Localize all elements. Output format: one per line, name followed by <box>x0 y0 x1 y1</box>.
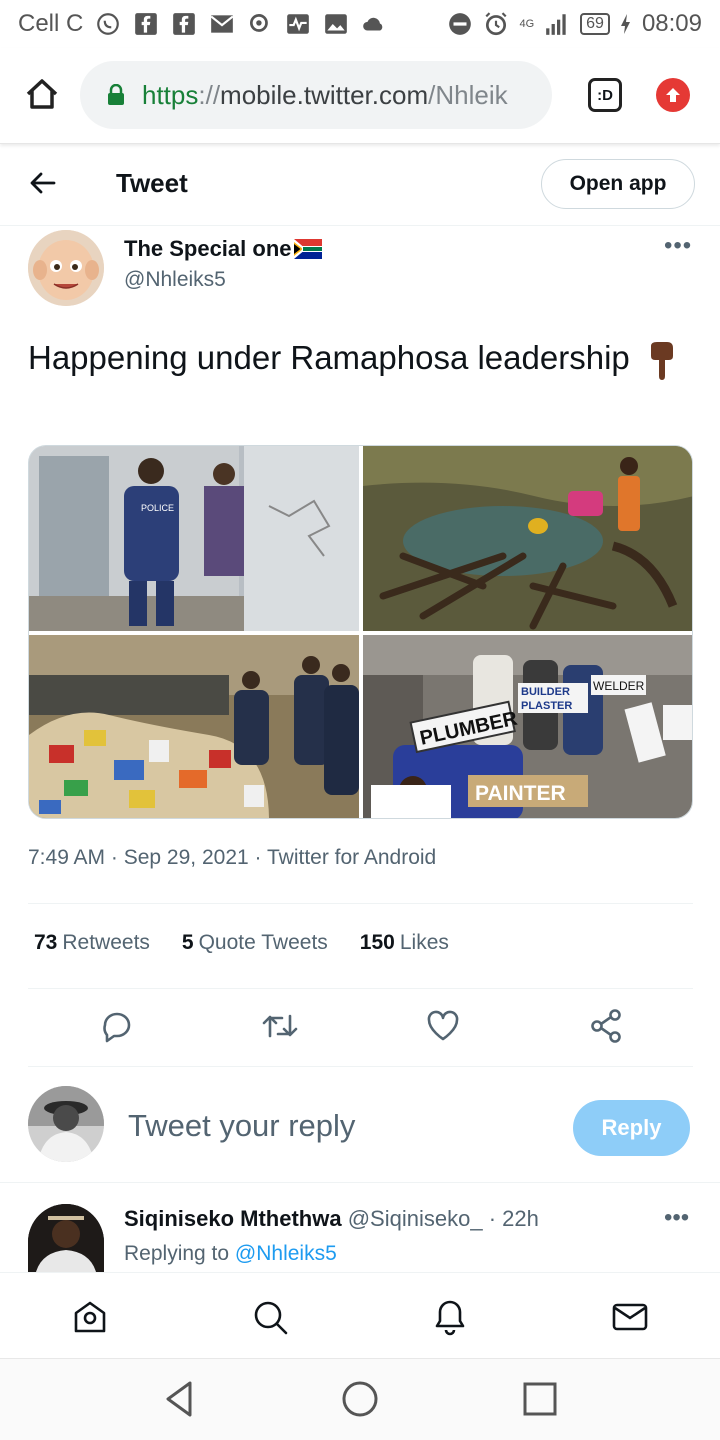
tweet-source[interactable]: Twitter for Android <box>267 846 436 869</box>
pointing-down-emoji-icon <box>650 342 673 381</box>
tweet-header: Tweet Open app <box>0 146 720 226</box>
tweet-timestamp[interactable]: 7:49 AM · Sep 29, 2021 · Twitter for And… <box>28 846 436 870</box>
divider <box>28 988 693 989</box>
divider <box>0 1182 720 1183</box>
media-image-looting-police[interactable]: POLICE <box>29 446 359 631</box>
author-handle[interactable]: @Nhleiks5 <box>124 268 226 292</box>
home-circle-icon[interactable] <box>340 1379 380 1419</box>
address-bar[interactable]: https://mobile.twitter.com/Nhleik <box>80 61 552 129</box>
retweet-icon[interactable] <box>260 1006 300 1046</box>
image-icon <box>325 14 348 34</box>
reply-button[interactable]: Reply <box>573 1100 690 1156</box>
plaster-sign-text: PLASTER <box>521 700 572 712</box>
facebook-icon <box>173 13 196 35</box>
signal-icon <box>546 14 566 35</box>
facebook-icon <box>135 13 158 35</box>
reply-author-avatar[interactable] <box>28 1204 104 1272</box>
tweet-stats: 73 Retweets 5 Quote Tweets 150 Likes <box>34 931 449 955</box>
police-sign-text: POLICE <box>141 503 174 513</box>
charging-icon <box>620 14 630 34</box>
tweet-actions <box>0 1006 720 1048</box>
mail-icon <box>210 15 234 33</box>
builder-sign-text: BUILDER <box>521 686 570 698</box>
likes-stat[interactable]: 150 Likes <box>360 931 449 955</box>
tweet-text: Happening under Ramaphosa leadership <box>28 334 688 382</box>
author-name[interactable]: The Special one <box>124 236 322 262</box>
painter-sign-text: PAINTER <box>475 782 566 805</box>
media-image-dumped-food[interactable] <box>29 635 359 818</box>
update-icon[interactable] <box>656 78 690 112</box>
page-title: Tweet <box>116 168 188 198</box>
url-text: https://mobile.twitter.com/Nhleik <box>142 79 508 110</box>
status-bar: Cell C 4G 69 08:09 <box>0 0 720 48</box>
alarm-icon <box>485 12 507 36</box>
network-type-label: 4G <box>519 17 535 30</box>
replying-to-mention[interactable]: @Nhleiks5 <box>235 1242 337 1265</box>
home-icon[interactable] <box>22 74 62 114</box>
reply-author-line[interactable]: Siqiniseko Mthethwa @Siqiniseko_ · 22h <box>124 1206 539 1232</box>
reply-input[interactable]: Tweet your reply <box>128 1108 355 1144</box>
location-icon <box>250 13 269 32</box>
reply-more-options-icon[interactable]: ••• <box>664 1204 689 1232</box>
reply-icon[interactable] <box>97 1006 137 1046</box>
activity-icon <box>287 14 310 34</box>
messages-envelope-icon[interactable] <box>610 1297 650 1337</box>
lock-icon <box>108 84 124 105</box>
back-triangle-icon[interactable] <box>160 1379 200 1419</box>
media-image-water-collection[interactable] <box>363 446 692 631</box>
bottom-navigation <box>0 1272 720 1358</box>
notifications-bell-icon[interactable] <box>430 1297 470 1337</box>
divider <box>28 1066 693 1067</box>
do-not-disturb-icon <box>449 13 472 35</box>
cloud-icon <box>363 17 383 31</box>
reply-author-handle: @Siqiniseko_ <box>347 1206 483 1231</box>
search-icon[interactable] <box>250 1297 290 1337</box>
tweet-media-grid[interactable]: POLICE PLUMBER PAINTER BUILDER PLASTER W… <box>28 445 693 819</box>
battery-level: 69 <box>580 13 610 35</box>
whatsapp-icon <box>97 13 120 35</box>
open-app-button[interactable]: Open app <box>541 159 695 209</box>
carrier-label: Cell C <box>18 10 84 37</box>
media-image-jobseekers[interactable]: PLUMBER PAINTER BUILDER PLASTER WELDER <box>363 635 692 818</box>
quote-tweets-stat[interactable]: 5 Quote Tweets <box>182 931 328 955</box>
replying-to: Replying to @Nhleiks5 <box>124 1242 337 1265</box>
tabs-button[interactable]: :D <box>588 78 622 112</box>
browser-toolbar: https://mobile.twitter.com/Nhleik :D <box>0 48 720 144</box>
divider <box>28 903 693 904</box>
clock: 08:09 <box>641 10 702 37</box>
like-heart-icon[interactable] <box>423 1006 463 1046</box>
user-avatar[interactable] <box>28 1086 104 1162</box>
more-options-icon[interactable]: ••• <box>664 232 692 260</box>
reply-age: 22h <box>502 1206 539 1231</box>
back-arrow-icon[interactable] <box>28 168 58 198</box>
south-africa-flag-icon <box>293 239 322 259</box>
system-navigation-bar <box>0 1358 720 1440</box>
recents-square-icon[interactable] <box>520 1379 560 1419</box>
reply-author-name: Siqiniseko Mthethwa <box>124 1206 342 1231</box>
welder-sign-text: WELDER <box>593 679 645 693</box>
author-avatar[interactable] <box>28 230 104 306</box>
retweets-stat[interactable]: 73 Retweets <box>34 931 150 955</box>
home-icon[interactable] <box>70 1297 110 1337</box>
share-icon[interactable] <box>586 1006 626 1046</box>
